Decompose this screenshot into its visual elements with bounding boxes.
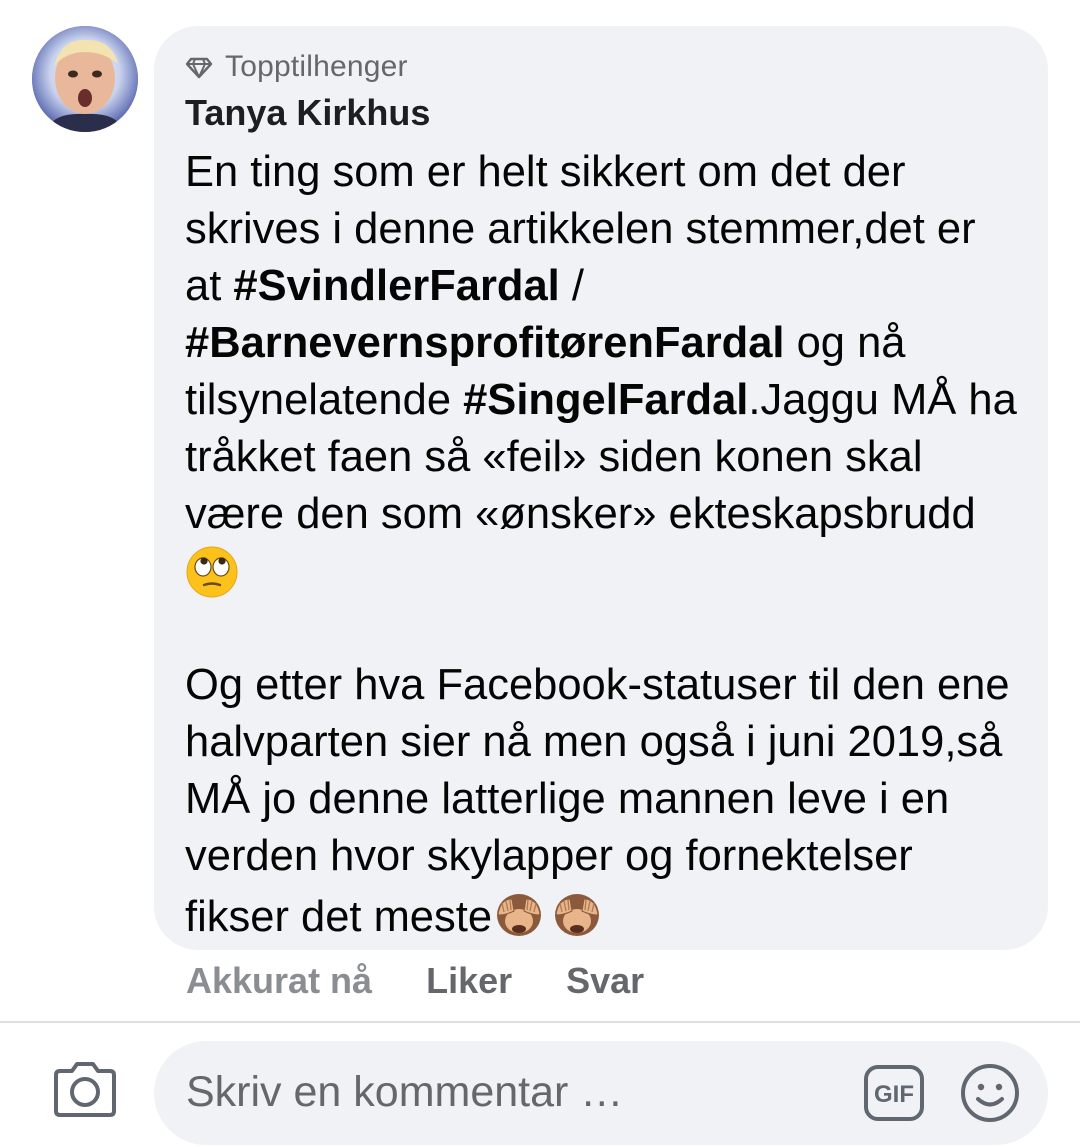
gif-label: GIF (874, 1081, 914, 1108)
comment: Topptilhenger Tanya Kirkhus En ting som … (0, 0, 1080, 1020)
hashtag-link[interactable]: #SingelFardal (463, 376, 748, 424)
comment-input[interactable]: Skriv en kommentar … GIF (154, 1041, 1048, 1145)
rolling-eyes-emoji (185, 543, 1018, 600)
top-fan-badge: Topptilhenger (185, 48, 1018, 86)
comment-paragraph-2: Og etter hva Facebook-statuser til den e… (185, 657, 1018, 946)
reply-button[interactable]: Svar (566, 960, 644, 1002)
comment-text: En ting som er helt sikkert om det der s… (185, 144, 1018, 946)
avatar[interactable] (32, 26, 138, 132)
comment-paragraph-1: En ting som er helt sikkert om det der s… (185, 144, 1018, 543)
comment-actions: Akkurat nå Liker Svar (186, 956, 644, 1006)
see-no-evil-monkey-emoji (546, 893, 604, 941)
see-no-evil-monkey-emoji (492, 893, 546, 941)
diamond-icon (185, 53, 213, 81)
like-button[interactable]: Liker (426, 960, 512, 1002)
camera-icon[interactable] (50, 1059, 120, 1121)
comment-timestamp[interactable]: Akkurat nå (186, 960, 372, 1002)
comment-input-placeholder: Skriv en kommentar … (186, 1068, 624, 1116)
text-segment: / (559, 262, 584, 310)
hashtag-link[interactable]: #BarnevernsprofitørenFardal (185, 319, 785, 367)
smiley-icon[interactable] (959, 1062, 1021, 1124)
gif-button[interactable]: GIF (863, 1064, 925, 1122)
badge-label: Topptilhenger (225, 50, 408, 83)
comment-bubble: Topptilhenger Tanya Kirkhus En ting som … (154, 26, 1048, 950)
comment-author[interactable]: Tanya Kirkhus (185, 90, 1018, 136)
hashtag-link[interactable]: #SvindlerFardal (233, 262, 559, 310)
comment-composer: Skriv en kommentar … GIF (0, 1023, 1080, 1147)
